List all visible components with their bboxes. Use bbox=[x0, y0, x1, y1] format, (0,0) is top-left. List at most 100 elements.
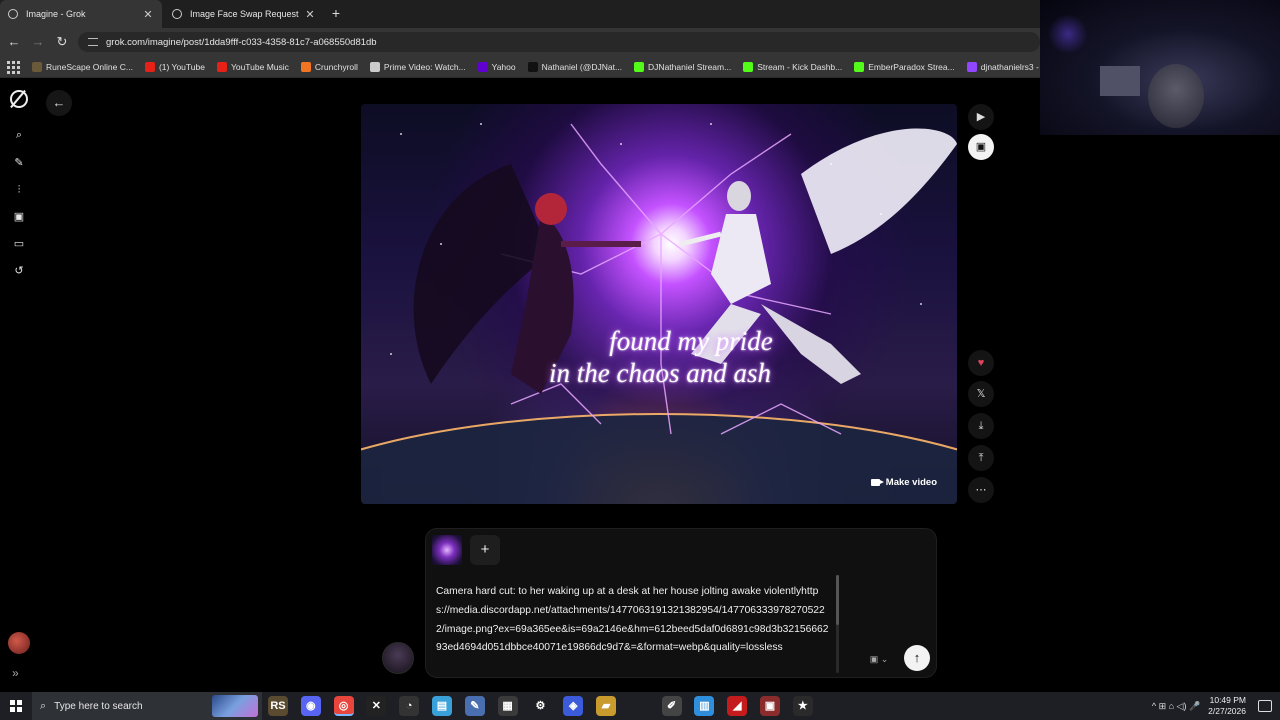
expand-sidebar-icon[interactable]: » bbox=[12, 666, 19, 680]
video-mode-icon[interactable]: ▶ bbox=[968, 104, 994, 130]
grok-imagine-page: ⌕ ✎ ⫶ ▣ ▭ ↺ » ← found my pride in the ch… bbox=[0, 78, 1040, 692]
prompt-scrollbar[interactable] bbox=[836, 575, 839, 673]
tab-imagine-grok[interactable]: Imagine - Grok ✕ bbox=[0, 0, 162, 28]
imagine-icon[interactable]: ▣ bbox=[10, 208, 28, 226]
tab-close-icon[interactable]: ✕ bbox=[142, 8, 154, 21]
amd-app-icon[interactable]: ◢ bbox=[727, 696, 748, 716]
calc-app-icon[interactable]: ▥ bbox=[694, 696, 715, 716]
user-avatar[interactable] bbox=[8, 632, 30, 654]
more-options-icon[interactable]: ⋯ bbox=[968, 477, 994, 503]
make-video-button[interactable]: Make video bbox=[870, 477, 937, 488]
bookmark-item[interactable]: Prime Video: Watch... bbox=[369, 61, 466, 72]
floating-avatar[interactable] bbox=[382, 642, 414, 674]
shield-app-icon[interactable]: ◈ bbox=[563, 696, 584, 716]
bookmarks-bar: RuneScape Online C... (1) YouTube YouTube … bbox=[0, 56, 1040, 78]
notification-icon[interactable] bbox=[1258, 700, 1272, 712]
video-camera-icon bbox=[870, 479, 884, 486]
bookmark-label: DJNathaniel Stream... bbox=[648, 61, 732, 72]
bookmark-item[interactable]: Stream - Kick Dashb... bbox=[743, 61, 842, 72]
chatgpt-favicon-icon bbox=[172, 9, 182, 19]
image-caption-line1: found my pride bbox=[609, 326, 773, 356]
bookmark-favicon-icon bbox=[32, 61, 42, 72]
bookmark-item[interactable]: djnathanielrs3 - Twit... bbox=[966, 61, 1040, 72]
bookmark-label: djnathanielrs3 - Twit... bbox=[980, 61, 1040, 72]
windows-start-icon[interactable] bbox=[10, 700, 22, 712]
voice-icon[interactable]: ⫶ bbox=[10, 181, 28, 199]
bookmark-favicon-icon bbox=[966, 61, 977, 72]
x-app-icon[interactable]: ✕ bbox=[366, 696, 387, 716]
pen-app-icon[interactable]: ✐ bbox=[661, 696, 682, 716]
bookmark-favicon-icon bbox=[477, 61, 488, 72]
bookmark-favicon-icon bbox=[854, 61, 865, 72]
folder-app-icon[interactable]: ▰ bbox=[596, 696, 616, 716]
bookmark-item[interactable]: YouTube Music bbox=[216, 61, 289, 72]
back-arrow-icon[interactable]: ← bbox=[6, 34, 22, 50]
bookmark-item[interactable]: Crunchyroll bbox=[300, 61, 358, 72]
bookmark-label: (1) YouTube bbox=[158, 61, 205, 72]
bookmark-list: RuneScape Online C... (1) YouTube YouTube … bbox=[32, 61, 1040, 72]
bookmark-favicon-icon bbox=[634, 61, 645, 72]
bookmark-item[interactable]: (1) YouTube bbox=[144, 61, 205, 72]
prompt-textarea[interactable]: Camera hard cut: to her waking up at a d… bbox=[436, 583, 832, 658]
game-app-icon[interactable]: ▣ bbox=[760, 696, 780, 716]
send-arrow-icon[interactable]: ↑ bbox=[904, 645, 930, 671]
speed-app-icon[interactable]: ◔ bbox=[399, 696, 420, 716]
chrome-app-icon[interactable]: ◎ bbox=[333, 696, 354, 716]
tray-icons[interactable]: ^ ⊞ ⌂ ◁) 🎤 bbox=[1152, 701, 1200, 712]
paint-app-icon[interactable]: ✎ bbox=[464, 696, 485, 716]
windows-taskbar: ⌕ Type here to search RS ◉ ◎ ✕ ◔ ▤ ✎ ▦ ⚙ ◈ ▰ ✐ ▥ ◢ ▣ ★ … bbox=[0, 692, 1280, 720]
edit-icon[interactable]: ✎ bbox=[10, 154, 28, 172]
bookmark-item[interactable]: EmberParadox Strea... bbox=[854, 61, 955, 72]
back-button[interactable]: ← bbox=[46, 90, 72, 116]
tab-image-face-swap[interactable]: Image Face Swap Request ✕ bbox=[164, 0, 324, 28]
search-placeholder: Type here to search bbox=[54, 700, 143, 712]
browser-toolbar: ← → ↻ grok.com/imagine/post/1dda9fff-c03… bbox=[0, 28, 1040, 56]
tab-title: Image Face Swap Request bbox=[190, 9, 299, 19]
prompt-composer: + Camera hard cut: to her waking up at a… bbox=[425, 528, 937, 678]
bookmark-label: YouTube Music bbox=[230, 61, 289, 72]
runescape-app-icon[interactable]: RS bbox=[268, 696, 288, 716]
grok-logo-icon[interactable] bbox=[10, 90, 28, 108]
bookmark-item[interactable]: DJNathaniel Stream... bbox=[634, 61, 732, 72]
address-bar[interactable]: grok.com/imagine/post/1dda9fff-c033-4358… bbox=[78, 32, 1040, 52]
discord-app-icon[interactable]: ◉ bbox=[300, 696, 321, 716]
mode-selector[interactable]: ▣ ⌄ bbox=[862, 649, 896, 669]
notes-app-icon[interactable]: ▤ bbox=[432, 696, 452, 716]
browser-tab-strip: Imagine - Grok ✕ Image Face Swap Request… bbox=[0, 0, 1040, 28]
attached-image-thumbnail[interactable] bbox=[432, 535, 462, 565]
bookmark-item[interactable]: RuneScape Online C... bbox=[32, 61, 133, 72]
bookmark-favicon-icon bbox=[216, 61, 227, 72]
site-info-icon[interactable] bbox=[88, 38, 98, 46]
generated-image[interactable]: found my pride in the chaos and ash Make… bbox=[361, 104, 957, 504]
reload-icon[interactable]: ↻ bbox=[54, 34, 70, 50]
webcam-overlay bbox=[1040, 0, 1280, 135]
search-icon: ⌕ bbox=[40, 699, 47, 712]
image-caption-line2: in the chaos and ash bbox=[549, 358, 771, 388]
clock-time: 10:49 PM bbox=[1209, 695, 1246, 705]
history-icon[interactable]: ↺ bbox=[10, 262, 28, 280]
make-video-label: Make video bbox=[885, 477, 937, 488]
search-icon[interactable]: ⌕ bbox=[10, 126, 28, 144]
blank-app-icon[interactable] bbox=[628, 696, 649, 716]
bookmark-label: Nathaniel (@DJNat... bbox=[541, 61, 623, 72]
settings-app-icon[interactable]: ⚙ bbox=[530, 696, 551, 716]
bookmark-item[interactable]: Yahoo bbox=[477, 61, 516, 72]
forward-arrow-icon[interactable]: → bbox=[30, 34, 46, 50]
star-app-icon[interactable]: ★ bbox=[792, 696, 813, 716]
share-x-icon[interactable]: 𝕏 bbox=[968, 381, 994, 407]
bookmark-item[interactable]: Nathaniel (@DJNat... bbox=[527, 61, 623, 72]
new-tab-button[interactable]: + bbox=[328, 5, 344, 21]
like-heart-icon[interactable]: ♥ bbox=[968, 350, 994, 376]
tab-close-icon[interactable]: ✕ bbox=[304, 8, 316, 21]
download-icon[interactable]: ⤓ bbox=[968, 413, 994, 439]
bookmark-label: Prime Video: Watch... bbox=[383, 61, 466, 72]
apps-grid-icon[interactable] bbox=[6, 60, 20, 74]
editor-app-icon[interactable]: ▦ bbox=[497, 696, 518, 716]
clock[interactable]: 10:49 PM 2/27/2026 bbox=[1208, 695, 1246, 717]
upload-share-icon[interactable]: ⤒ bbox=[968, 445, 994, 471]
add-attachment-button[interactable]: + bbox=[470, 535, 500, 565]
clock-date: 2/27/2026 bbox=[1208, 706, 1246, 716]
taskbar-search[interactable]: ⌕ Type here to search bbox=[32, 692, 262, 720]
folder-icon[interactable]: ▭ bbox=[10, 235, 28, 253]
image-mode-icon[interactable]: ▣ bbox=[968, 134, 994, 160]
